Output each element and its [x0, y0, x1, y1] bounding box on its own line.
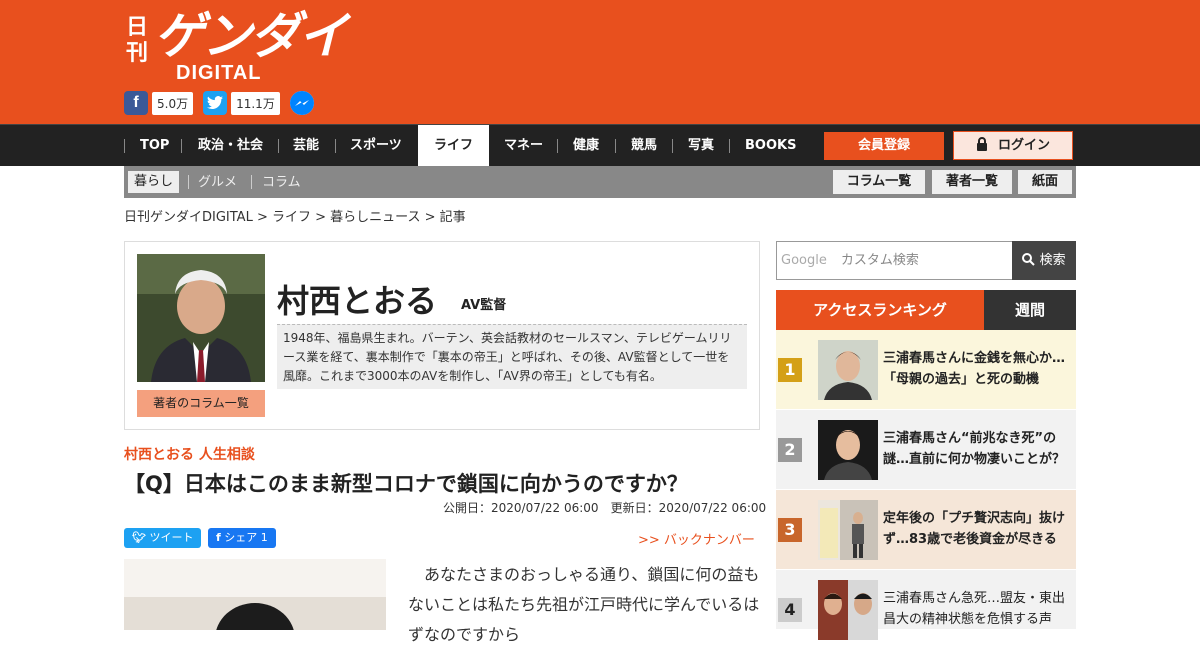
nav-item-sports[interactable]: スポーツ	[350, 125, 402, 167]
nav-item-money[interactable]: マネー	[504, 125, 543, 167]
nav-item-keiba[interactable]: 競馬	[631, 125, 657, 167]
ranking-item[interactable]: 3 定年後の「プチ贅沢志向」抜けず…83歳で老後資金が尽きる	[776, 490, 1076, 570]
nav-separator	[672, 139, 673, 153]
nav-item-life[interactable]: ライフ	[418, 125, 489, 167]
login-button[interactable]: ログイン	[953, 131, 1073, 160]
backnumber-link[interactable]: >> バックナンバー	[638, 529, 755, 548]
author-list-button[interactable]: 著者一覧	[932, 170, 1012, 194]
article-title: 【Q】日本はこのまま新型コロナで鎖国に向かうのですか？	[124, 472, 688, 496]
social-follow-bar: f 5.0万 11.1万	[124, 91, 314, 115]
subnav-item-gourmet[interactable]: グルメ	[198, 172, 237, 194]
ranking-title: 三浦春馬さん“前兆なき死”の謎…直前に何か物凄いことが？	[883, 431, 1066, 467]
tweet-button[interactable]: 🐦︎ ツイート	[124, 528, 202, 548]
breadcrumb[interactable]: 日刊ゲンダイDIGITAL > ライフ > 暮らしニュース > 記事	[124, 206, 466, 225]
column-list-button[interactable]: コラム一覧	[833, 170, 925, 194]
nav-item-top[interactable]: TOP	[140, 125, 169, 167]
twitter-icon: 🐦︎	[132, 531, 146, 544]
nav-item-photo[interactable]: 写真	[688, 125, 714, 167]
tweet-label: ツイート	[149, 531, 194, 544]
tab-access-ranking[interactable]: アクセスランキング	[776, 290, 984, 330]
nav-separator	[124, 139, 125, 153]
rank-number: 3	[778, 518, 802, 542]
logo-main-text: ゲンダイ	[154, 7, 348, 65]
nav-separator	[615, 139, 616, 153]
subnav-item-kurashi[interactable]: 暮らし	[128, 171, 180, 193]
facebook-count: 5.0万	[152, 91, 194, 115]
twitter-count: 11.1万	[231, 91, 280, 115]
nav-separator	[729, 139, 730, 153]
ranking-thumbnail	[818, 340, 878, 400]
tab-weekly[interactable]: 週間	[984, 290, 1076, 330]
search-input[interactable]: Google カスタム検索	[776, 241, 1013, 280]
published-date: 公開日：2020/07/22 06:00	[443, 501, 599, 515]
author-bio: 1948年、福島県生まれ。バーテン、英会話教材のセールスマン、テレビゲームリリー…	[277, 324, 747, 389]
nav-item-politics[interactable]: 政治・社会	[198, 125, 263, 167]
nav-item-books[interactable]: BOOKS	[745, 125, 796, 167]
login-label: ログイン	[997, 138, 1050, 153]
nav-item-health[interactable]: 健康	[573, 125, 599, 167]
nav-separator	[557, 139, 558, 153]
search-icon	[1022, 253, 1036, 266]
ranking-thumbnail	[818, 420, 878, 480]
author-photo	[137, 254, 265, 382]
register-button[interactable]: 会員登録	[824, 132, 944, 160]
logo-small-text: 日刊	[126, 14, 149, 66]
rank-number: 4	[778, 598, 802, 622]
sub-nav: 暮らし グルメ コラム コラム一覧 著者一覧 紙面	[124, 166, 1076, 198]
search-button-label: 検索	[1039, 253, 1066, 268]
author-name: 村西とおる	[277, 282, 438, 320]
updated-date: 更新日：2020/07/22 06:00	[610, 501, 767, 515]
facebook-icon[interactable]: f	[124, 91, 148, 115]
ranking-header: アクセスランキング 週間	[776, 290, 1076, 330]
nav-separator	[335, 139, 336, 153]
rank-number: 2	[778, 438, 802, 462]
nav-separator	[278, 139, 279, 153]
ranking-title: 定年後の「プチ贅沢志向」抜けず…83歳で老後資金が尽きる	[883, 511, 1066, 547]
twitter-icon[interactable]	[203, 91, 228, 115]
share-label: シェア 1	[224, 531, 268, 544]
main-nav: TOP 政治・社会 芸能 スポーツ ライフ マネー 健康 競馬 写真 BOOKS…	[0, 124, 1200, 167]
article-category[interactable]: 村西とおる 人生相談	[124, 444, 255, 464]
facebook-icon: f	[216, 531, 221, 544]
ranking-title: 三浦春馬さんに金銭を無心か…「母親の過去」と死の動機	[883, 351, 1066, 387]
article-dates: 公開日：2020/07/22 06:00 更新日：2020/07/22 06:0…	[443, 499, 766, 516]
author-columns-button[interactable]: 著者のコラム一覧	[137, 390, 265, 417]
ranking-item[interactable]: 2 三浦春馬さん“前兆なき死”の謎…直前に何か物凄いことが？	[776, 410, 1076, 490]
author-role: AV監督	[461, 298, 507, 313]
subnav-separator	[251, 175, 252, 189]
messenger-icon[interactable]	[289, 91, 314, 115]
ranking-item[interactable]: 1 三浦春馬さんに金銭を無心か…「母親の過去」と死の動機	[776, 330, 1076, 410]
search-button[interactable]: 検索	[1012, 241, 1076, 280]
site-header: 日刊 ゲンダイ DIGITAL f 5.0万 11.1万	[0, 0, 1200, 124]
paper-button[interactable]: 紙面	[1018, 170, 1072, 194]
facebook-share-button[interactable]: f シェア 1	[208, 528, 276, 548]
google-brand: Google	[781, 253, 827, 268]
ranking-item[interactable]: 4 三浦春馬さん急死…盟友・東出昌大の精神状態を危惧する声	[776, 570, 1076, 640]
article-body: あなたさまのおっしゃる通り、鎖国に何の益もないことは私たち先祖が江戸時代に学んで…	[408, 565, 760, 644]
nav-separator	[181, 139, 182, 153]
ranking-thumbnail	[818, 580, 878, 640]
search-placeholder: カスタム検索	[840, 253, 919, 268]
rank-number: 1	[778, 358, 802, 382]
logo-sub-text: DIGITAL	[176, 62, 262, 84]
ranking-title: 三浦春馬さん急死…盟友・東出昌大の精神状態を危惧する声	[883, 591, 1066, 627]
subnav-item-column[interactable]: コラム	[262, 172, 301, 194]
author-box: 著者のコラム一覧 村西とおる AV監督 1948年、福島県生まれ。バーテン、英会…	[124, 241, 760, 430]
lock-icon	[976, 137, 987, 151]
nav-item-entertainment[interactable]: 芸能	[293, 125, 319, 167]
subnav-separator	[188, 175, 189, 189]
ranking-thumbnail	[818, 500, 878, 560]
article-image	[124, 559, 386, 630]
search-box: Google カスタム検索 検索	[776, 241, 1076, 280]
